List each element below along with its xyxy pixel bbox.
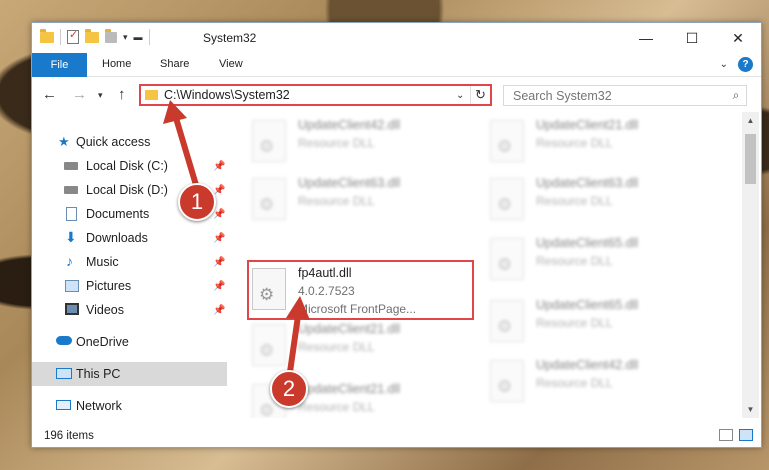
annotation-arrows [163, 100, 310, 375]
arrow-1 [163, 100, 199, 188]
callout-step-2: 2 [270, 370, 308, 408]
arrow-2 [286, 296, 310, 375]
callout-step-1: 1 [178, 183, 216, 221]
